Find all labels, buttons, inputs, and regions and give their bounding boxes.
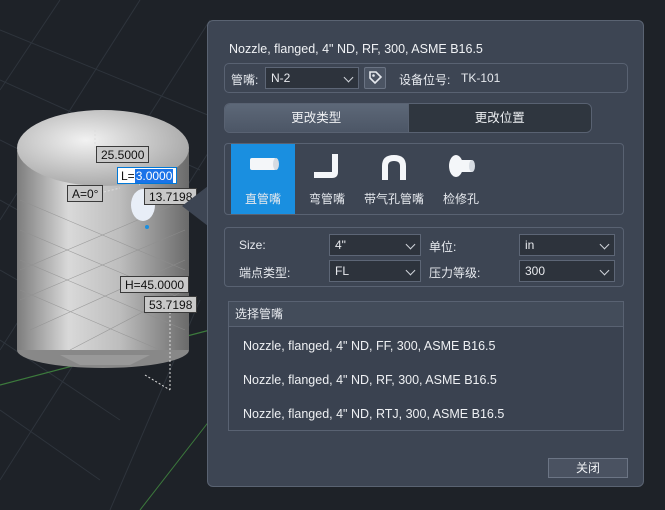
end-type-value: FL bbox=[335, 264, 350, 278]
chevron-down-icon bbox=[343, 72, 354, 83]
size-value: 4" bbox=[335, 238, 346, 252]
tag-icon bbox=[369, 71, 383, 85]
end-type-label: 端点类型: bbox=[239, 266, 291, 280]
panel-title: Nozzle, flanged, 4" ND, RF, 300, ASME B1… bbox=[229, 42, 483, 56]
tab-change-type[interactable]: 更改类型 bbox=[225, 104, 408, 132]
type-manhole-label: 检修孔 bbox=[442, 192, 479, 206]
equipment-label: 设备位号: bbox=[399, 73, 451, 87]
size-label: Size: bbox=[239, 238, 266, 252]
vent-nozzle-icon bbox=[382, 155, 406, 180]
tag-button[interactable] bbox=[364, 67, 386, 89]
dimension-angle[interactable]: A=0° bbox=[67, 185, 104, 202]
unit-dropdown[interactable]: in bbox=[519, 234, 615, 256]
nozzle-list-header: 选择管嘴 bbox=[229, 302, 623, 327]
unit-value: in bbox=[525, 238, 535, 252]
dimension-length-value: 3.0000 bbox=[134, 169, 174, 183]
list-item[interactable]: Nozzle, flanged, 4" ND, RF, 300, ASME B1… bbox=[243, 373, 497, 387]
type-elbow-label: 弯管嘴 bbox=[308, 192, 345, 206]
equipment-value: TK-101 bbox=[461, 71, 501, 85]
pressure-label: 压力等级: bbox=[429, 266, 481, 280]
type-manhole[interactable]: 检修孔 bbox=[429, 144, 493, 214]
nozzle-panel: Nozzle, flanged, 4" ND, RF, 300, ASME B1… bbox=[207, 20, 644, 487]
nozzle-type-selector: 直管嘴 弯管嘴 带气孔管嘴 检修孔 bbox=[224, 143, 624, 215]
nozzle-list: 选择管嘴 Nozzle, flanged, 4" ND, FF, 300, AS… bbox=[228, 301, 624, 431]
chevron-down-icon bbox=[599, 239, 610, 250]
tab-change-position[interactable]: 更改位置 bbox=[407, 104, 591, 132]
size-dropdown[interactable]: 4" bbox=[329, 234, 421, 256]
unit-label: 单位: bbox=[429, 240, 457, 254]
straight-nozzle-icon bbox=[250, 158, 279, 170]
chevron-down-icon bbox=[405, 239, 416, 250]
elbow-nozzle-icon bbox=[314, 154, 338, 178]
nozzle-properties: Size: 4" 单位: in 端点类型: FL 压力等级: 300 bbox=[224, 227, 624, 287]
pressure-value: 300 bbox=[525, 264, 546, 278]
panel-pointer bbox=[182, 186, 208, 226]
nozzle-dropdown[interactable]: N-2 bbox=[265, 67, 359, 89]
manhole-icon bbox=[449, 155, 475, 177]
nozzle-dropdown-value: N-2 bbox=[271, 71, 291, 85]
pressure-dropdown[interactable]: 300 bbox=[519, 260, 615, 282]
nozzle-row: 管嘴: N-2 设备位号: TK-101 bbox=[224, 63, 628, 93]
dimension-height-top[interactable]: 25.5000 bbox=[96, 146, 150, 163]
dimension-length-input[interactable]: L=3.0000 bbox=[117, 167, 178, 184]
panel-tabs: 更改类型 更改位置 bbox=[224, 103, 592, 133]
chevron-down-icon bbox=[405, 265, 416, 276]
type-elbow-nozzle[interactable]: 弯管嘴 bbox=[295, 144, 359, 214]
type-vent-label: 带气孔管嘴 bbox=[363, 192, 424, 206]
type-straight-label: 直管嘴 bbox=[244, 192, 281, 206]
list-item[interactable]: Nozzle, flanged, 4" ND, RTJ, 300, ASME B… bbox=[243, 407, 504, 421]
chevron-down-icon bbox=[599, 265, 610, 276]
type-vent-nozzle[interactable]: 带气孔管嘴 bbox=[359, 144, 429, 214]
dimension-height-total[interactable]: 53.7198 bbox=[144, 296, 198, 313]
nozzle-label: 管嘴: bbox=[231, 73, 259, 87]
dimension-height[interactable]: H=45.0000 bbox=[120, 276, 190, 293]
list-item[interactable]: Nozzle, flanged, 4" ND, FF, 300, ASME B1… bbox=[243, 339, 495, 353]
type-straight-nozzle[interactable]: 直管嘴 bbox=[231, 144, 295, 214]
end-type-dropdown[interactable]: FL bbox=[329, 260, 421, 282]
close-button[interactable]: 关闭 bbox=[548, 458, 628, 478]
